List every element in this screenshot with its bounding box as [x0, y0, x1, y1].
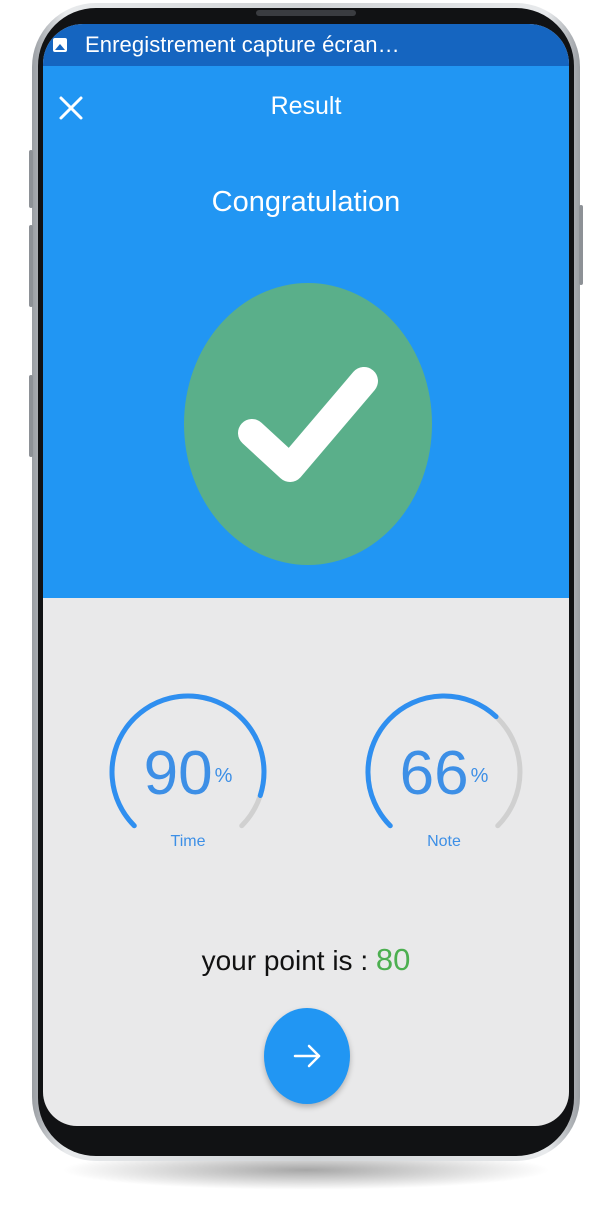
note-value: 66 — [399, 739, 469, 808]
points-summary: your point is : 80 — [43, 942, 569, 978]
note-unit: % — [470, 765, 489, 787]
power-button — [579, 205, 583, 285]
points-label: your point is : — [201, 945, 376, 976]
volume-up-button — [29, 150, 33, 208]
note-percentage: 66% — [359, 743, 529, 805]
congratulation-message: Congratulation — [211, 186, 401, 218]
notification-text: Enregistrement capture écran… — [85, 32, 400, 57]
time-gauge: 90% Time — [103, 687, 273, 857]
time-percentage: 90% — [103, 743, 273, 805]
time-value: 90 — [143, 739, 213, 808]
time-unit: % — [214, 765, 233, 787]
note-label: Note — [427, 833, 461, 850]
status-bar: Enregistrement capture écran… — [43, 24, 569, 66]
success-badge — [184, 283, 432, 565]
points-value: 80 — [375, 942, 411, 977]
screen: Enregistrement capture écran… Result Con… — [43, 24, 569, 1126]
arrow-right-icon — [293, 1044, 321, 1068]
image-icon — [53, 38, 67, 52]
next-button[interactable] — [264, 1008, 350, 1104]
volume-down-button — [29, 225, 33, 307]
page-title: Result — [270, 92, 342, 120]
earpiece — [256, 10, 356, 16]
note-gauge: 66% Note — [359, 687, 529, 857]
time-label: Time — [170, 833, 206, 850]
checkmark-icon — [238, 367, 378, 482]
result-header: Result Congratulation — [43, 66, 569, 598]
bixby-button — [29, 375, 33, 457]
